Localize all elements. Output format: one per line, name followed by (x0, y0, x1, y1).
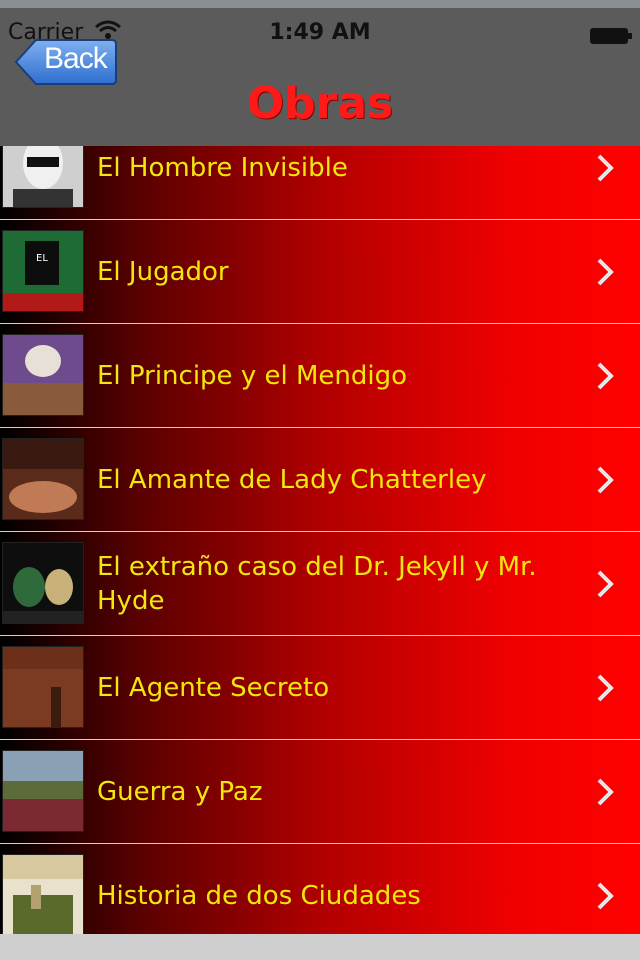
back-button-label: Back (44, 42, 108, 75)
battery-icon (590, 28, 632, 44)
chevron-right-icon (597, 258, 614, 286)
list-item-label: El Hombre Invisible (97, 153, 348, 183)
page-title: Obras (246, 78, 394, 129)
chevron-right-icon (597, 674, 614, 702)
chevron-right-icon (597, 882, 614, 910)
list-item-label: Historia de dos Ciudades (97, 881, 421, 911)
list-item-label: El extraño caso del Dr. Jekyll y Mr. Hyd… (97, 552, 537, 616)
bottom-bar (0, 934, 640, 960)
list-item-label: Guerra y Paz (97, 777, 263, 807)
list-item[interactable]: El Hombre Invisible (0, 146, 640, 220)
jekyll-hyde-cover (2, 542, 84, 624)
svg-text:EL: EL (36, 253, 48, 264)
list-item-label: El Agente Secreto (97, 673, 330, 703)
list-item[interactable]: El Principe y el Mendigo (0, 324, 640, 428)
list-item-label: El Amante de Lady Chatterley (97, 465, 487, 495)
list-item[interactable]: El extraño caso del Dr. Jekyll y Mr. Hyd… (0, 532, 640, 636)
chevron-right-icon (597, 570, 614, 598)
agente-secreto-cover (2, 646, 84, 728)
lady-chatterley-cover (2, 438, 84, 520)
list-item-label: El Principe y el Mendigo (97, 361, 407, 391)
list-item[interactable]: Historia de dos Ciudades (0, 844, 640, 934)
chevron-right-icon (597, 466, 614, 494)
principe-mendigo-cover (2, 334, 84, 416)
books-list: El Hombre Invisible EL El Jugador El Pri… (0, 146, 640, 934)
dos-ciudades-cover (2, 854, 84, 934)
list-item-label: El Jugador (97, 257, 229, 287)
chevron-right-icon (597, 778, 614, 806)
list-item[interactable]: El Agente Secreto (0, 636, 640, 740)
top-border (0, 0, 640, 8)
navigation-bar: Carrier 1:49 AM Back Obras (0, 8, 640, 146)
chevron-right-icon (597, 362, 614, 390)
guerra-paz-cover (2, 750, 84, 832)
el-jugador-cover: EL (2, 230, 84, 312)
list-item[interactable]: El Amante de Lady Chatterley (0, 428, 640, 532)
list-item[interactable]: EL El Jugador (0, 220, 640, 324)
invisible-man-cover (2, 146, 84, 208)
list-item[interactable]: Guerra y Paz (0, 740, 640, 844)
chevron-right-icon (597, 154, 614, 182)
